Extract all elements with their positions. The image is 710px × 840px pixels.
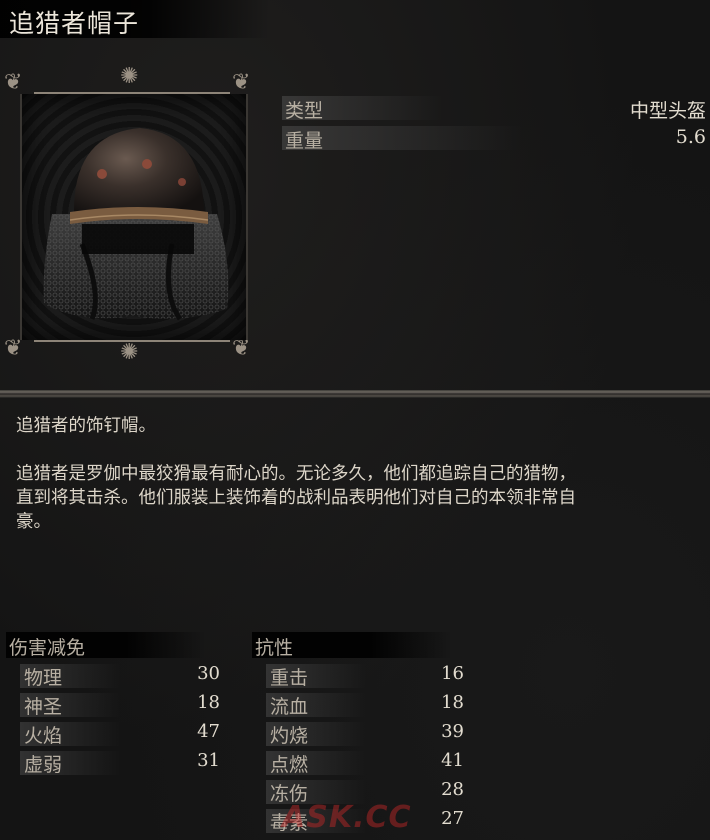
frame-ornament-top-center-icon: ✺ [120,64,139,89]
item-title: 追猎者帽子 [9,9,140,38]
stat-row-type: 类型 中型头盔 [282,94,710,122]
frame-ornament-bottom-left-icon: ❦ [4,336,23,361]
damage-row-physical: 物理 30 [6,661,220,689]
damage-value: 47 [197,721,220,742]
damage-row-holy: 神圣 18 [6,690,220,718]
damage-value: 18 [197,692,220,713]
damage-value: 31 [197,750,220,771]
item-portrait: ❦ ✺ ❦ ❦ ✺ ❦ [4,66,260,370]
stat-label-type: 类型 [285,100,324,122]
stat-value-weight: 5.6 [675,126,706,148]
resist-row-strike: 重击 16 [252,661,464,689]
resist-row-burn: 灼烧 39 [252,719,464,747]
description-lore: 追猎者是罗伽中最狡猾最有耐心的。无论多久，他们都追踪自己的猎物， 直到将其击杀。… [16,464,576,532]
resist-value: 41 [441,750,464,771]
frame-ornament-bottom-right-icon: ❦ [232,336,251,361]
description-short: 追猎者的饰钉帽。 [16,416,156,436]
stat-row-weight: 重量 5.6 [282,124,710,152]
resist-label: 流血 [270,696,309,718]
damage-reduction-header: 伤害减免 [6,632,206,659]
portrait-background [20,94,248,340]
resistance-header: 抗性 [252,632,452,659]
damage-reduction-title: 伤害减免 [9,637,86,659]
stat-label-weight: 重量 [285,130,324,152]
damage-label: 火焰 [24,725,63,747]
site-watermark: ASK.CC [282,800,412,835]
damage-value: 30 [197,663,220,684]
resist-value: 27 [441,808,464,829]
frame-ornament-top-left-icon: ❦ [4,70,23,95]
helmet-icon [43,128,229,321]
damage-row-frailty: 虚弱 31 [6,748,220,776]
frame-ornament-bottom-center-icon: ✺ [120,340,139,365]
damage-label: 虚弱 [24,754,63,776]
resistance-title: 抗性 [255,637,294,659]
resist-row-bleed: 流血 18 [252,690,464,718]
stat-value-type: 中型头盔 [629,100,706,122]
resist-label: 重击 [270,667,309,689]
resist-label: 灼烧 [270,725,309,747]
resist-row-ignite: 点燃 41 [252,748,464,776]
damage-label: 神圣 [24,696,63,718]
resist-value: 16 [441,663,464,684]
resist-label: 点燃 [270,754,309,776]
section-divider [0,390,710,398]
resist-value: 28 [441,779,464,800]
resist-value: 18 [441,692,464,713]
damage-row-fire: 火焰 47 [6,719,220,747]
resist-value: 39 [441,721,464,742]
frame-ornament-top-right-icon: ❦ [232,70,251,95]
damage-label: 物理 [24,667,63,689]
